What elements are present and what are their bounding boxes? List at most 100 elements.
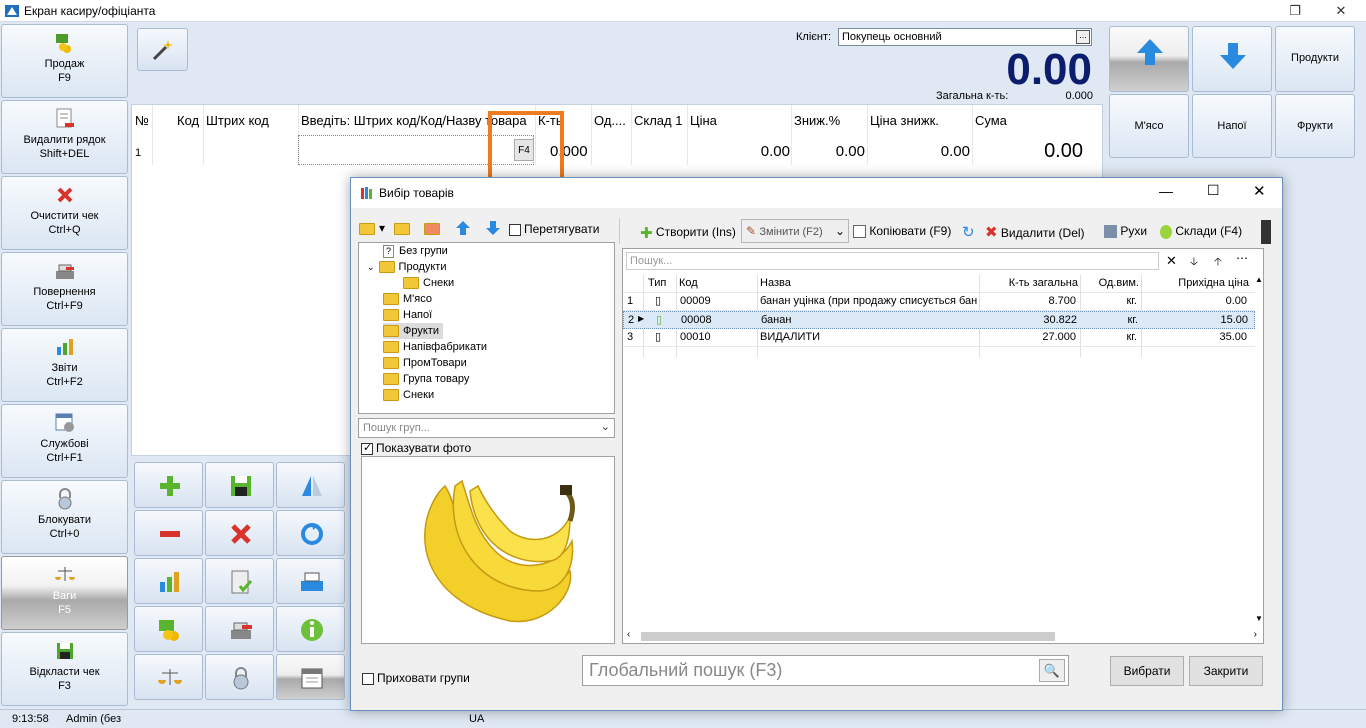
hide-groups-checkbox[interactable]: Приховати групи (362, 671, 470, 685)
nav-scales-button[interactable]: Ваги F5 (1, 556, 128, 630)
tree-item-meat[interactable]: М'ясо (383, 291, 432, 307)
tree-item-drinks[interactable]: Напої (383, 307, 432, 323)
moves-button[interactable]: Рухи (1104, 224, 1147, 239)
row-price: 0.00 (760, 143, 790, 160)
payment-button[interactable] (134, 606, 203, 652)
client-select-button[interactable]: ... (1076, 30, 1090, 44)
delete-button[interactable] (205, 510, 274, 556)
group-tree[interactable]: ? Без групи ⌄ Продукти Снеки М'ясо Напої Ф… (358, 242, 615, 414)
delete-button[interactable]: ✖ Видалити (Del) (985, 223, 1085, 241)
product-photo (361, 456, 615, 644)
tree-item-snacks[interactable]: Снеки (383, 387, 434, 403)
copy-button[interactable]: Копіювати (F9) (853, 224, 951, 239)
nav-clear-check-button[interactable]: Очистити чек Ctrl+Q (1, 176, 128, 250)
info-button[interactable] (276, 606, 345, 652)
scroll-up-button[interactable] (1109, 26, 1189, 92)
tree-item-snacks-sub[interactable]: Снеки (403, 275, 454, 291)
category-drinks-button[interactable]: Напої (1192, 94, 1272, 158)
tree-item-fruits[interactable]: Фрукти (383, 323, 443, 339)
scroll-down-button[interactable] (1192, 26, 1272, 92)
show-photo-checkbox[interactable]: Показувати фото (361, 441, 471, 455)
global-search-input[interactable]: Глобальний пошук (F3) 🔍 (582, 655, 1069, 686)
product-search-input[interactable]: Пошук... (626, 252, 1159, 270)
nav-sale-button[interactable]: Продаж F9 (1, 24, 128, 98)
lock-button[interactable] (205, 654, 274, 700)
row-discount: 0.00 (835, 143, 865, 160)
nav-lock-button[interactable]: Блокувати Ctrl+0 (1, 480, 128, 554)
category-meat-button[interactable]: М'ясо (1109, 94, 1189, 158)
restore-icon[interactable]: ❐ (1272, 0, 1318, 22)
nav-reports-button[interactable]: Звіти Ctrl+F2 (1, 328, 128, 402)
category-products-button[interactable]: Продукти (1275, 26, 1355, 92)
add-button[interactable] (134, 462, 203, 508)
category-fruits-button[interactable]: Фрукти (1275, 94, 1355, 158)
close-button[interactable]: Закрити (1189, 656, 1263, 686)
checklist-button[interactable] (205, 558, 274, 604)
client-value: Покупець основний (842, 31, 942, 43)
add-group-button[interactable]: ▾ (359, 221, 385, 235)
pencil-icon: ✎ (746, 224, 757, 238)
arrow-down-icon[interactable] (485, 220, 501, 236)
refresh-button[interactable] (276, 510, 345, 556)
coins-icon (55, 34, 71, 53)
minus-button[interactable] (134, 510, 203, 556)
horizontal-scrollbar[interactable]: ‹ › (623, 629, 1263, 643)
edit-button[interactable]: ✎ Змінити (F2) ⌄ (741, 219, 849, 243)
group-search-input[interactable]: Пошук груп... ⌄ (358, 418, 615, 438)
nav-delete-row-button[interactable]: Видалити рядок Shift+DEL (1, 100, 128, 174)
reports-button[interactable] (134, 558, 203, 604)
tree-item-industrial[interactable]: ПромТовари (383, 355, 467, 371)
next-match-icon[interactable]: 🡣 (1190, 253, 1198, 272)
select-button[interactable]: Вибрати (1110, 656, 1184, 686)
delete-group-button[interactable] (424, 221, 444, 235)
maximize-icon[interactable]: ☐ (1207, 182, 1220, 199)
table-row-selected[interactable]: 2 ▶ ▯ 00008 банан 30.822 кг. 15.00 (623, 311, 1255, 329)
tree-item-semi-finished[interactable]: Напівфабрикати (383, 339, 487, 355)
save-button[interactable] (205, 462, 274, 508)
nav-return-button[interactable]: Повернення Ctrl+F9 (1, 252, 128, 326)
drag-checkbox[interactable]: Перетягувати (509, 222, 599, 236)
toolbar-overflow[interactable] (1261, 220, 1271, 244)
save-icon (56, 643, 73, 659)
minimize-icon[interactable]: — (1159, 183, 1173, 199)
dialog-close-icon[interactable]: ✕ (1253, 182, 1266, 200)
calendar-button[interactable] (276, 654, 345, 700)
search-icon[interactable]: 🔍 (1039, 659, 1065, 682)
lock-icon (58, 488, 71, 510)
minus-icon (160, 531, 180, 537)
col-disc-price: Ціна знижк. (870, 113, 939, 128)
col-unit: Од.... (594, 113, 626, 128)
printer-button[interactable] (276, 558, 345, 604)
create-button[interactable]: ✚ Створити (Ins) (640, 224, 736, 242)
clear-search-icon[interactable]: ✕ (1166, 253, 1177, 269)
prev-match-icon[interactable]: 🡡 (1214, 253, 1222, 272)
arrow-up-icon[interactable] (455, 220, 471, 236)
return-button[interactable] (205, 606, 274, 652)
moves-icon (1104, 225, 1117, 239)
scales-button[interactable] (134, 654, 203, 700)
refresh-button[interactable]: ↻ (962, 223, 975, 241)
magic-wand-button[interactable] (137, 28, 188, 71)
row-disc-price: 0.00 (940, 143, 970, 160)
product-grid[interactable]: Пошук... ✕ 🡣 🡡 ⋯ Тип Код Назва К-ть зага… (622, 248, 1264, 644)
client-field[interactable]: Покупець основний ... (838, 28, 1092, 46)
mirror-button[interactable] (276, 462, 345, 508)
table-row[interactable]: 1 ▯ 00009 банан уцінка (при продажу спис… (623, 293, 1255, 311)
nav-postpone-button[interactable]: Відкласти чек F3 (1, 632, 128, 706)
col-price: Ціна (690, 113, 717, 128)
cash-register-icon (301, 572, 323, 591)
table-row[interactable]: 3 ▯ 00010 ВИДАЛИТИ 27.000 кг. 35.00 (623, 329, 1255, 347)
lock-icon (233, 667, 249, 690)
tree-item-products[interactable]: ⌄ Продукти (367, 259, 446, 275)
more-icon[interactable]: ⋯ (1236, 251, 1248, 265)
tree-item-product-group[interactable]: Група товару (383, 371, 469, 387)
edit-group-button[interactable] (394, 221, 414, 235)
close-icon[interactable]: ✕ (1318, 0, 1364, 22)
tree-item-no-group[interactable]: ? Без групи (383, 243, 448, 259)
col-discount: Зниж.% (794, 113, 841, 128)
stock-button[interactable]: Склади (F4) (1160, 224, 1242, 239)
nav-service-button[interactable]: Службові Ctrl+F1 (1, 404, 128, 478)
status-bar: 9:13:58 Admin (без UA (0, 709, 1366, 728)
row-pointer-icon: ▶ (638, 314, 645, 323)
vertical-scrollbar[interactable]: ▲ ▼ (1255, 275, 1263, 623)
